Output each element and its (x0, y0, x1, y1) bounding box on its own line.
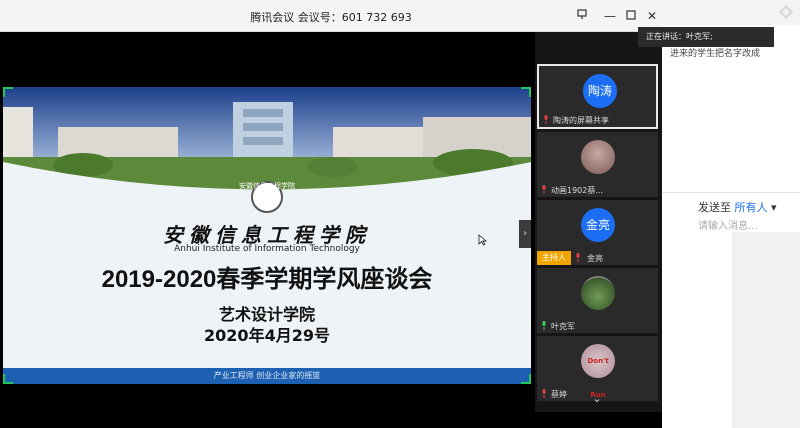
logo-caption: 安徽信息工程学院 (239, 182, 295, 190)
participant-name: 蔡婷 (551, 390, 567, 399)
chevron-down-icon[interactable]: ▾ (771, 201, 777, 214)
participant-name: 陶涛的屏幕共享 (553, 116, 609, 125)
chat-header (662, 0, 800, 25)
avatar: Don't Run (581, 344, 615, 399)
chat-panel: 进来的学生把名字改成 发送至 所有人 ▾ 请输入消息... (662, 0, 800, 428)
title-bar: 腾讯会议 会议号：601 732 693 — ✕ (0, 0, 662, 32)
participant-list[interactable]: 陶涛 陶涛的屏幕共享 动画1902蔡... 金亮 主持人 金亮 叶克军 Don'… (535, 32, 662, 412)
school-name-english: Anhui Institute of Information Technolog… (174, 244, 360, 254)
participant-tile[interactable]: 动画1902蔡... (537, 132, 658, 197)
share-border-corner (521, 374, 531, 384)
chat-input[interactable]: 请输入消息... (698, 217, 758, 232)
slide-date: 2020年4月29号 (204, 326, 330, 345)
chat-area-background (732, 232, 800, 428)
speaking-indicator: 正在讲话：叶克军; (638, 27, 774, 47)
host-badge: 主持人 (537, 251, 571, 265)
share-border-corner (3, 374, 13, 384)
avatar: 陶涛 (583, 74, 617, 108)
status-strip (0, 412, 662, 428)
divider (662, 192, 800, 193)
send-to-selector[interactable]: 发送至 所有人 ▾ (698, 199, 777, 215)
minimize-icon[interactable]: — (600, 6, 620, 26)
avatar (581, 276, 615, 310)
window-title: 腾讯会议 会议号：601 732 693 (250, 11, 412, 24)
maximize-icon[interactable] (621, 6, 641, 26)
slide-footer: 产业工程师 创业企业家的摇篮 (3, 368, 531, 384)
avatar: 金亮 (581, 208, 615, 242)
share-border-corner (3, 87, 13, 97)
participant-tile[interactable]: 叶克军 (537, 268, 658, 333)
pin-icon[interactable] (572, 6, 592, 26)
mic-muted-icon (542, 389, 546, 398)
send-to-value[interactable]: 所有人 (735, 201, 768, 214)
participant-name: 叶克军 (551, 322, 575, 331)
presentation-slide: 安徽信息工程学院 安徽信息工程学院 Anhui Institute of Inf… (3, 87, 531, 384)
participant-name-row: 陶涛的屏幕共享 (539, 113, 656, 127)
avatar (581, 140, 615, 174)
participant-name: 金亮 (587, 254, 603, 263)
participant-name: 动画1902蔡... (551, 186, 603, 195)
meeting-window: 腾讯会议 会议号：601 732 693 — ✕ 安徽信息工程学院 安徽信息工程… (0, 0, 800, 428)
mic-muted-icon (576, 253, 580, 262)
send-to-label: 发送至 (698, 201, 731, 214)
mic-muted-icon (542, 185, 546, 194)
mouse-cursor-icon (478, 234, 487, 246)
collapse-panel-button[interactable]: › (519, 220, 531, 248)
slide-footer-text: 产业工程师 创业企业家的摇篮 (213, 371, 321, 380)
participant-name-row: 主持人 金亮 (537, 251, 658, 265)
participant-tile[interactable]: 金亮 主持人 金亮 (537, 200, 658, 265)
participant-tile[interactable]: 陶涛 陶涛的屏幕共享 (537, 64, 658, 129)
slide-title: 2019-2020春季学期学风座谈会 (101, 266, 433, 293)
chat-message: 进来的学生把名字改成 (670, 49, 761, 59)
participant-name-row: 叶克军 (537, 319, 658, 333)
app-logo-icon (779, 5, 793, 19)
mic-muted-icon (544, 115, 548, 124)
close-icon[interactable]: ✕ (642, 6, 662, 26)
share-border-corner (521, 87, 531, 97)
chevron-down-icon[interactable]: ⌄ (585, 392, 609, 406)
mic-active-icon (542, 321, 546, 330)
participant-name-row: 动画1902蔡... (537, 183, 658, 197)
